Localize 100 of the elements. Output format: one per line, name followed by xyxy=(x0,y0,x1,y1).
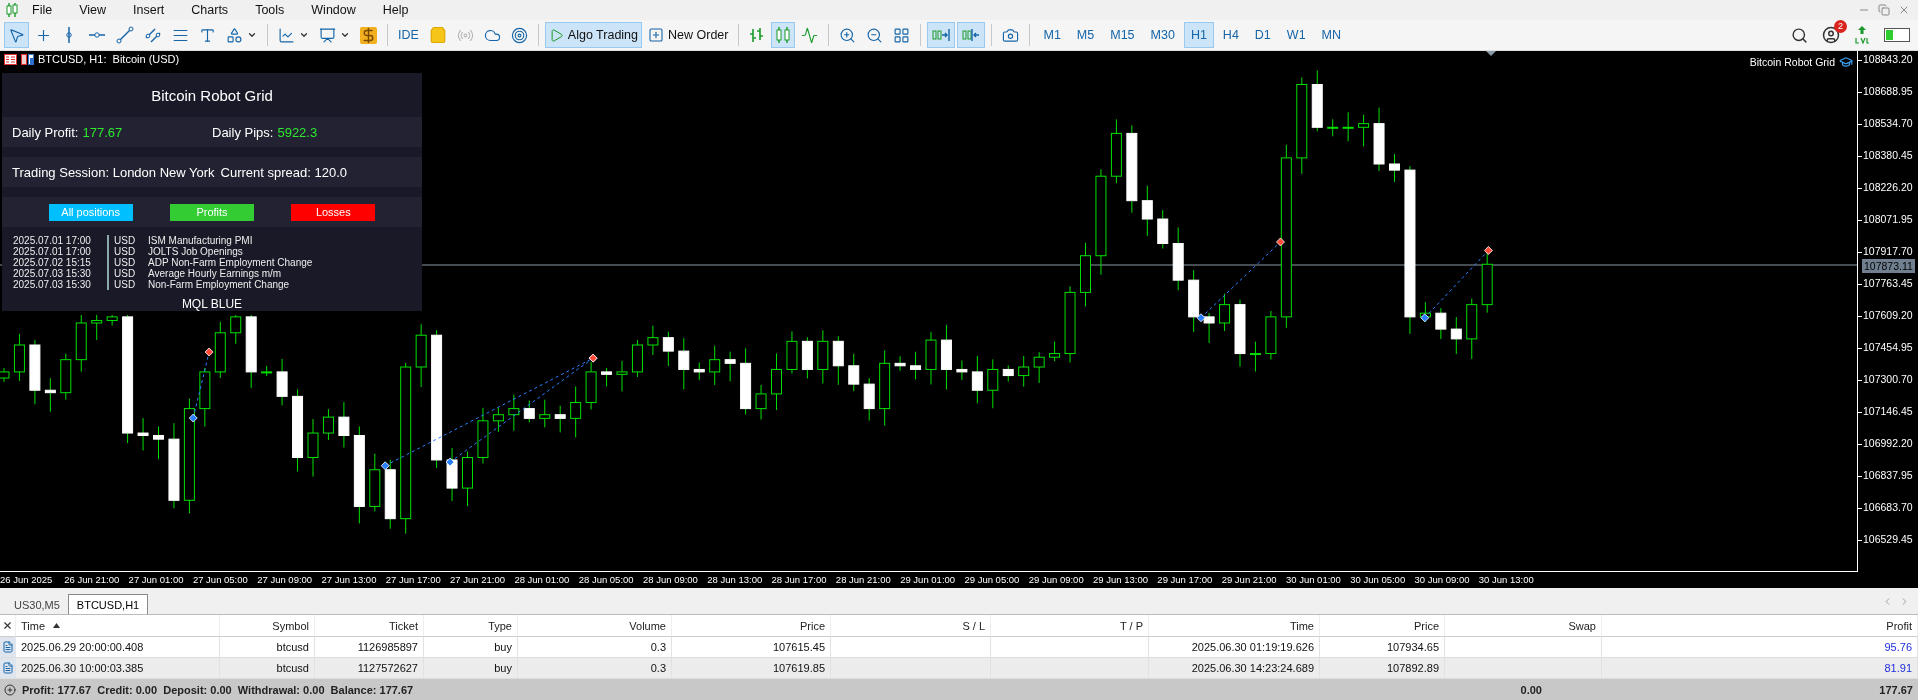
menu-item[interactable]: File xyxy=(18,3,66,17)
timeframe-button[interactable]: M5 xyxy=(1069,22,1102,48)
time-tick: 28 Jun 01:00 xyxy=(514,573,571,587)
timeframe-button[interactable]: W1 xyxy=(1279,22,1313,48)
time-tick: 30 Jun 09:00 xyxy=(1414,573,1471,587)
current-price-label: 107873.11 xyxy=(1862,259,1915,273)
price-tick: 108534.70 xyxy=(1863,117,1913,129)
timeframe-button[interactable]: M30 xyxy=(1143,22,1182,48)
news-event: ISM Manufacturing PMI xyxy=(148,235,254,246)
chart-tab[interactable]: US30,M5 xyxy=(6,596,68,614)
menu-item[interactable]: Charts xyxy=(177,3,242,17)
time-tick: 29 Jun 05:00 xyxy=(964,573,1021,587)
algo-button[interactable]: Algo Trading xyxy=(544,22,643,48)
trading-session: Trading Session: London New York xyxy=(12,164,215,180)
news-time: 2025.07.01 17:00 xyxy=(13,235,92,246)
indicator-name: Bitcoin Robot Grid xyxy=(1749,56,1835,68)
price-tick: 106529.45 xyxy=(1863,533,1913,545)
chart-tab[interactable]: BTCUSD,H1 xyxy=(67,594,149,614)
time-tick: 27 Jun 13:00 xyxy=(321,573,378,587)
notification-badge: 2 xyxy=(1834,20,1847,33)
daily-pips-value: 5922.3 xyxy=(277,124,318,140)
table-cell: buy xyxy=(424,658,518,679)
price-tick: 107917.70 xyxy=(1863,245,1913,257)
order-button[interactable]: New Order xyxy=(644,22,733,48)
timeframe-button[interactable]: D1 xyxy=(1247,22,1278,48)
daily-profit-value: 177.67 xyxy=(82,124,123,140)
panel-footer: MQL BLUE xyxy=(2,297,422,311)
table-cell: 2025.06.30 01:19:19.626 xyxy=(1149,637,1320,658)
price-tick: 108226.20 xyxy=(1863,181,1913,193)
time-tick: 27 Jun 09:00 xyxy=(257,573,314,587)
price-tick: 107763.45 xyxy=(1863,277,1913,289)
menu-item[interactable]: View xyxy=(65,3,120,17)
news-event: Average Hourly Earnings m/m xyxy=(148,268,282,279)
table-cell: 107619.85 xyxy=(672,658,831,679)
news-event: Non-Farm Employment Change xyxy=(148,279,291,290)
time-tick: 30 Jun 05:00 xyxy=(1350,573,1407,587)
table-cell: 107615.45 xyxy=(672,637,831,658)
filter-button[interactable]: Losses xyxy=(291,203,376,221)
menu-item[interactable]: Help xyxy=(368,3,422,17)
daily-profit-label: Daily Profit: xyxy=(12,124,79,140)
time-tick: 29 Jun 13:00 xyxy=(1093,573,1149,587)
timeframe-button[interactable]: MN xyxy=(1314,22,1349,48)
time-tick: 27 Jun 17:00 xyxy=(385,573,442,587)
time-tick: 28 Jun 21:00 xyxy=(835,573,892,587)
timeframe-button[interactable]: H1 xyxy=(1183,22,1214,48)
time-tick: 26 Jun 2025 xyxy=(0,573,54,587)
table-cell: 81.91 xyxy=(1602,658,1918,679)
price-tick: 106992.20 xyxy=(1863,437,1913,449)
time-tick: 28 Jun 09:00 xyxy=(642,573,699,587)
timeframe-button[interactable]: M1 xyxy=(1036,22,1068,48)
price-tick: 108071.95 xyxy=(1863,213,1913,225)
menu-item[interactable]: Window xyxy=(297,3,369,17)
ide-button[interactable]: IDE xyxy=(394,22,423,48)
table-cell: buy xyxy=(424,637,518,658)
time-tick: 30 Jun 01:00 xyxy=(1285,573,1342,587)
news-currency: USD xyxy=(114,235,137,246)
table-cell: 107934.65 xyxy=(1320,637,1445,658)
time-tick: 28 Jun 13:00 xyxy=(707,573,764,587)
price-tick: 108380.45 xyxy=(1863,149,1913,161)
price-tick: 107146.45 xyxy=(1863,405,1913,417)
time-tick: 29 Jun 09:00 xyxy=(1028,573,1085,587)
news-currency: USD xyxy=(114,279,137,290)
table-cell: 2025.06.30 14:23:24.689 xyxy=(1149,658,1320,679)
menu-item[interactable]: Insert xyxy=(119,3,178,17)
table-cell: 95.76 xyxy=(1602,637,1918,658)
news-time: 2025.07.01 17:00 xyxy=(13,246,92,257)
table-cell: 2025.06.30 10:00:03.385 xyxy=(16,658,220,679)
table-cell: 107892.89 xyxy=(1320,658,1445,679)
table-cell: btcusd xyxy=(220,658,315,679)
time-tick: 30 Jun 13:00 xyxy=(1478,573,1535,587)
timeframe-button[interactable]: M15 xyxy=(1103,22,1142,48)
table-cell: btcusd xyxy=(220,637,315,658)
news-event: JOLTS Job Openings xyxy=(148,246,243,257)
news-currency: USD xyxy=(114,268,137,279)
time-tick: 27 Jun 05:00 xyxy=(192,573,249,587)
table-cell: 0.3 xyxy=(518,637,672,658)
time-tick: 29 Jun 17:00 xyxy=(1157,573,1214,587)
account-summary: Profit: 177.67 Credit: 0.00 Deposit: 0.00 Withdrawal: 0.00 Balance: 177.67 xyxy=(22,683,414,696)
price-tick: 107609.20 xyxy=(1863,309,1913,321)
table-cell: 1127572627 xyxy=(315,658,424,679)
daily-pips-label: Daily Pips: xyxy=(212,124,274,140)
time-tick: 26 Jun 21:00 xyxy=(64,573,121,587)
chart-title: BTCUSD, H1: Bitcoin (USD) xyxy=(38,53,180,65)
time-tick: 27 Jun 01:00 xyxy=(128,573,185,587)
news-time: 2025.07.03 15:30 xyxy=(13,279,92,290)
summary-profit: 177.67 xyxy=(1878,683,1914,696)
time-tick: 27 Jun 21:00 xyxy=(450,573,506,587)
price-tick: 106837.95 xyxy=(1863,469,1913,481)
time-tick: 29 Jun 21:00 xyxy=(1221,573,1278,587)
price-tick: 107300.70 xyxy=(1863,373,1913,385)
timeframe-button[interactable]: H4 xyxy=(1215,22,1246,48)
news-currency: USD xyxy=(114,246,137,257)
news-time: 2025.07.02 15:15 xyxy=(13,257,92,268)
time-tick: 29 Jun 01:00 xyxy=(900,573,957,587)
table-cell: 1126985897 xyxy=(315,637,424,658)
price-tick: 107454.95 xyxy=(1863,341,1913,353)
menu-item[interactable]: Tools xyxy=(241,3,298,17)
price-tick: 108843.20 xyxy=(1863,53,1913,65)
news-event: ADP Non-Farm Employment Change xyxy=(148,257,314,268)
current-spread: Current spread: 120.0 xyxy=(220,164,348,180)
